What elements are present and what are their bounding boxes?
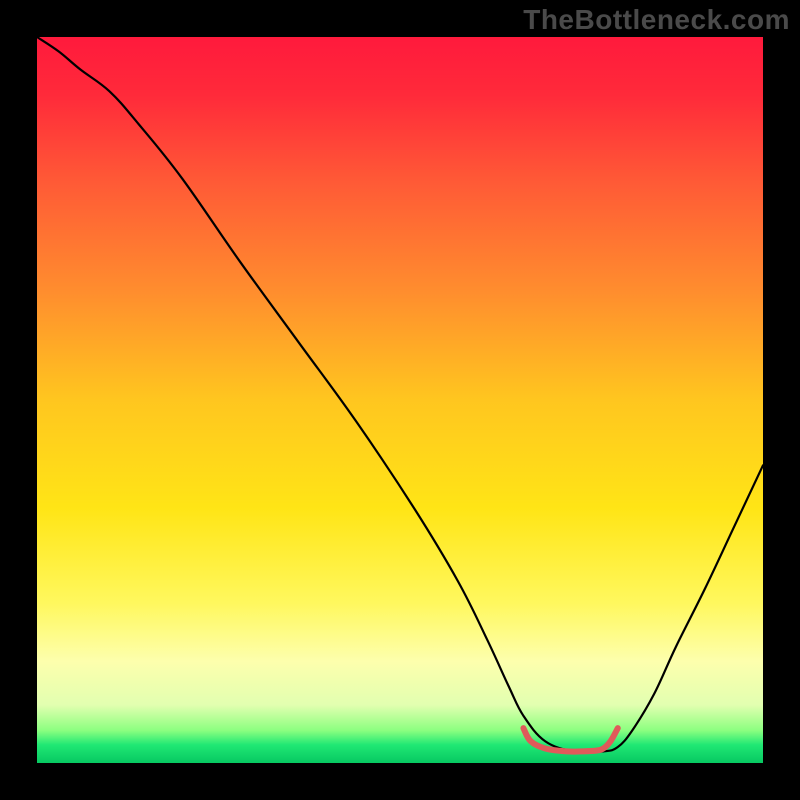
plot-background — [37, 37, 763, 763]
chart-svg — [0, 0, 800, 800]
chart-stage: TheBottleneck.com — [0, 0, 800, 800]
watermark-text: TheBottleneck.com — [523, 4, 790, 36]
